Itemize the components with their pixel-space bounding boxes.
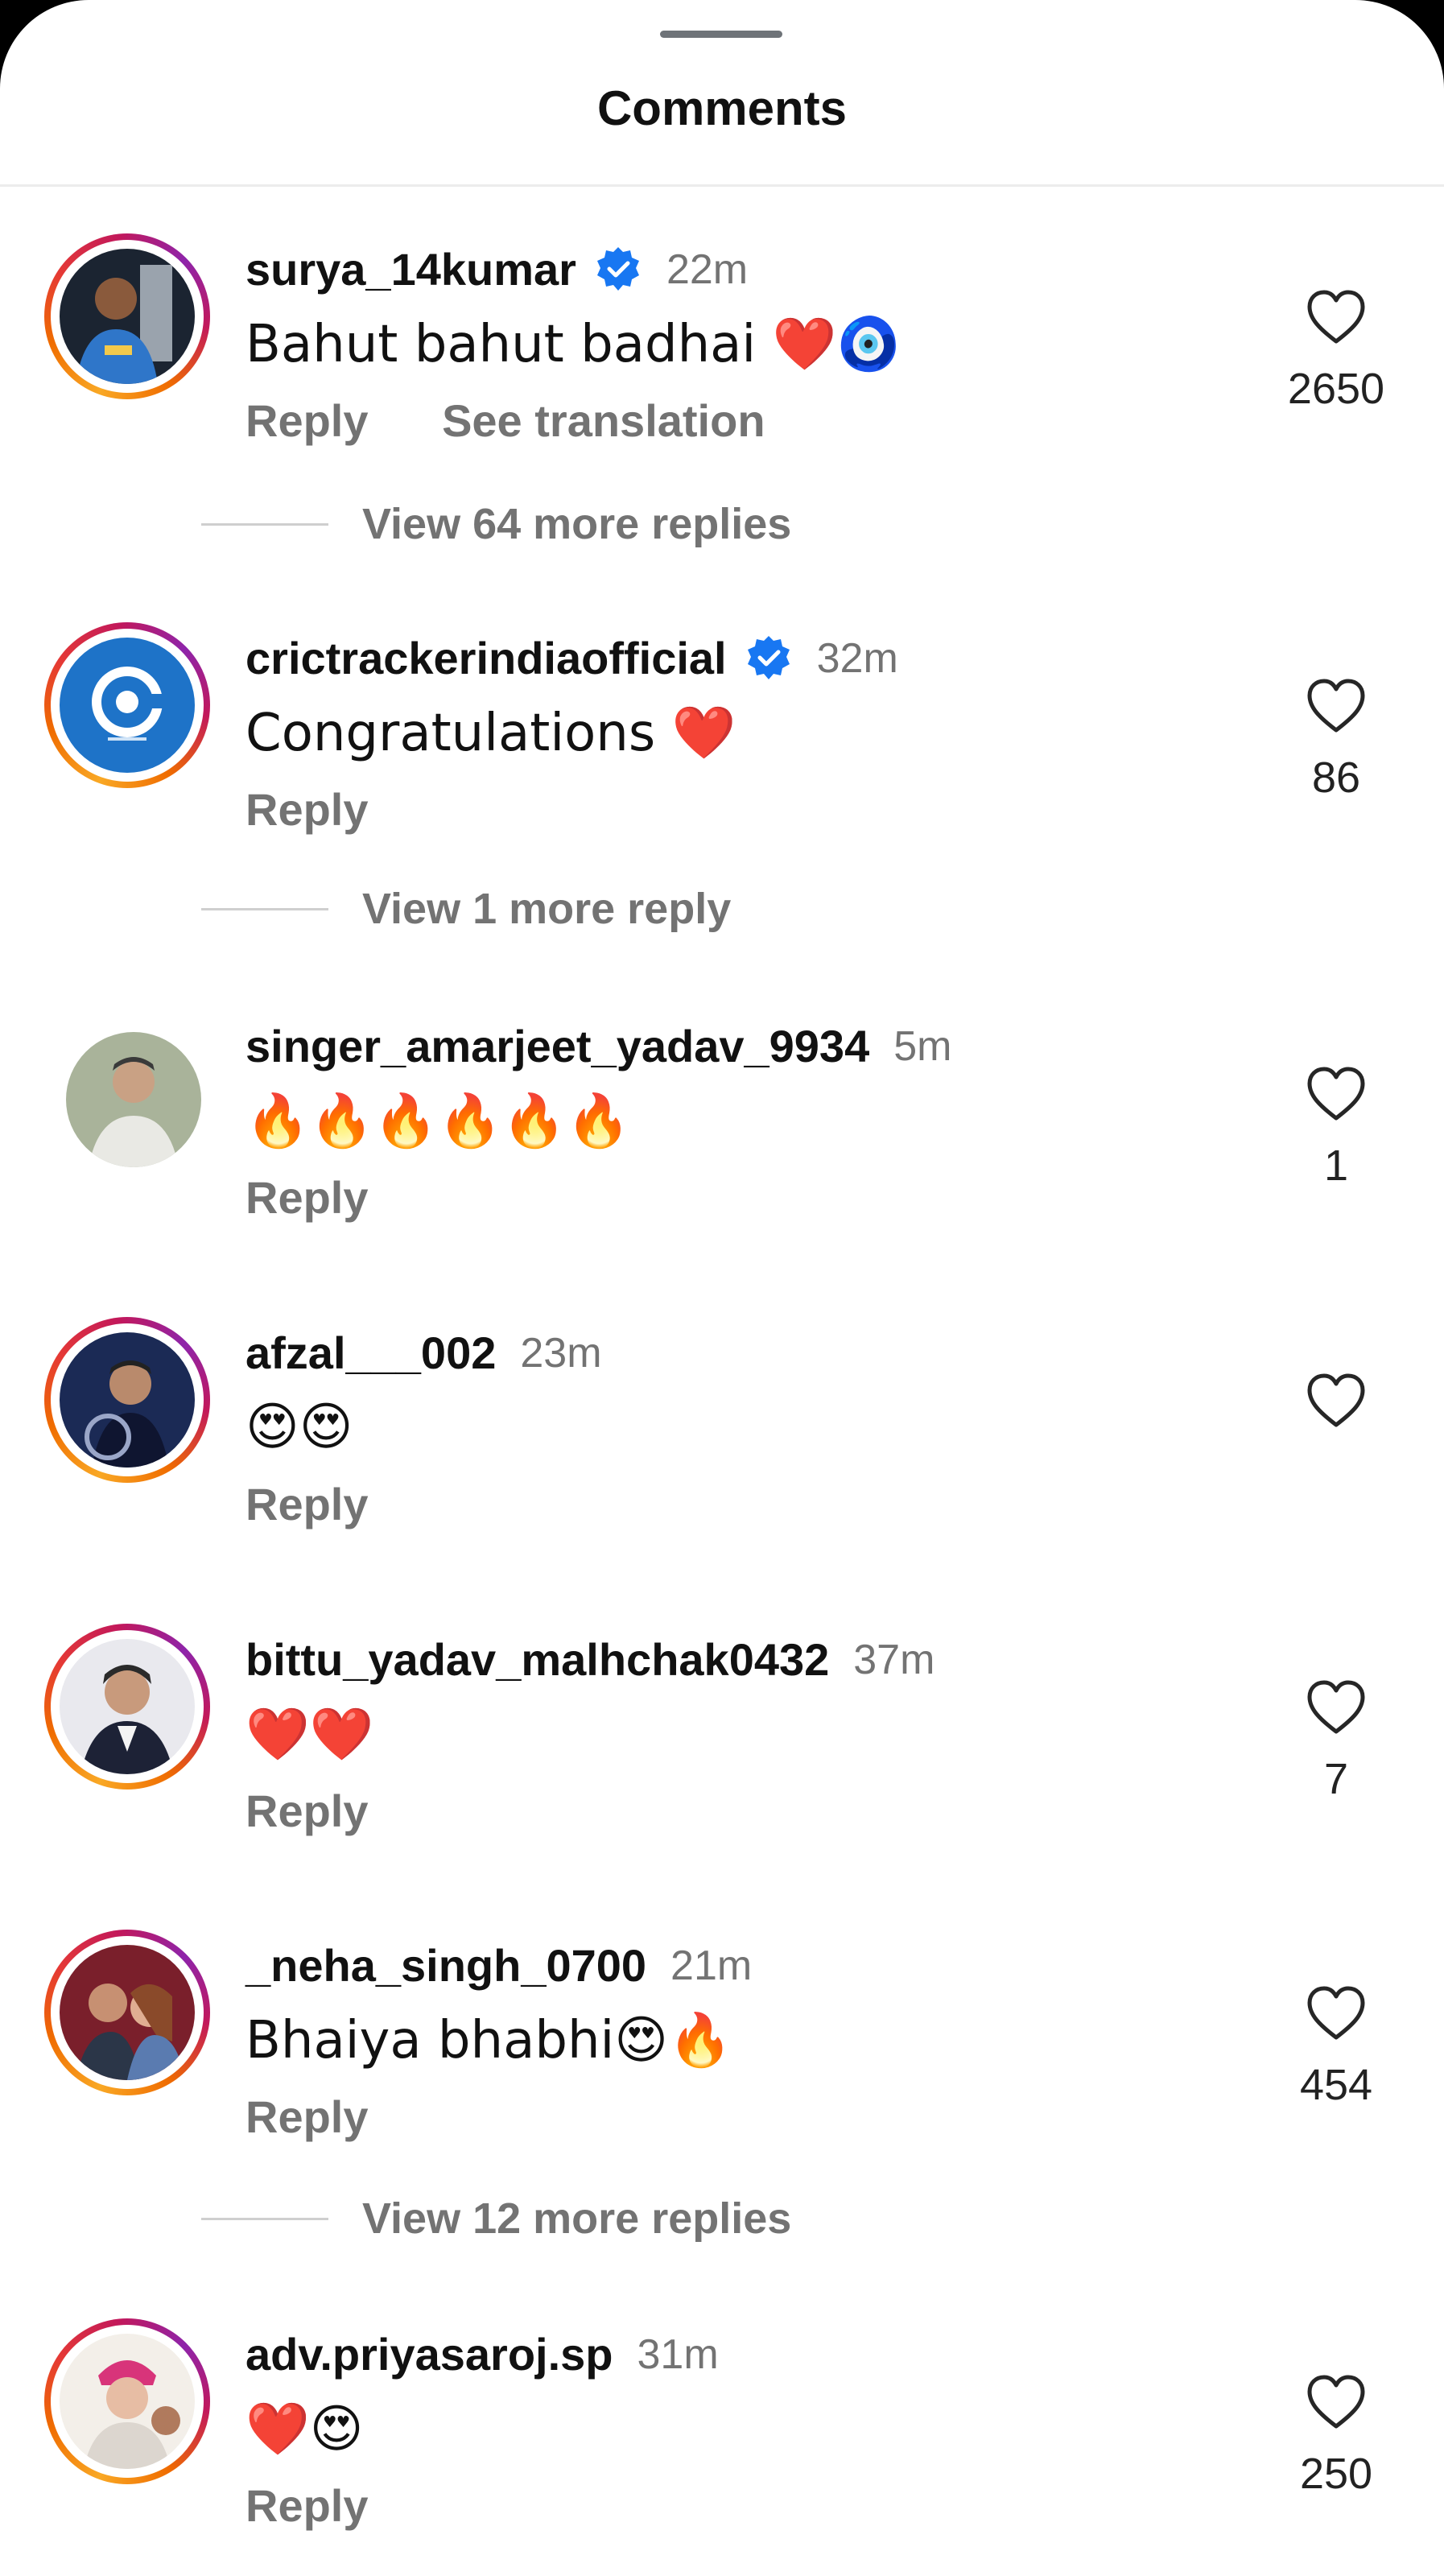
username-link[interactable]: afzal___002 <box>245 1327 496 1379</box>
comment-text: Bahut bahut badhai ❤️🧿 <box>245 315 901 374</box>
comment-meta: afzal___002 23m <box>245 1327 602 1379</box>
avatar[interactable] <box>44 1930 210 2095</box>
heart-icon[interactable] <box>1306 1680 1366 1735</box>
drag-handle[interactable] <box>660 31 782 38</box>
like-count: 7 <box>1323 1755 1349 1803</box>
comment-text: ❤️❤️ <box>245 1705 374 1765</box>
avatar[interactable] <box>44 622 210 788</box>
comments-sheet: Comments surya_14kumar 22m Bahut bahut b… <box>0 0 1444 2576</box>
username-link[interactable]: adv.priyasaroj.sp <box>245 2328 613 2380</box>
comment-time: 23m <box>520 1329 602 1377</box>
like-control: 86 <box>1256 679 1417 803</box>
view-more-label[interactable]: View 12 more replies <box>362 2194 791 2244</box>
like-count: 2650 <box>1287 365 1385 413</box>
comment-meta: crictrackerindiaofficial 32m <box>245 632 898 684</box>
see-translation-button[interactable]: See translation <box>442 395 765 446</box>
username-link[interactable]: _neha_singh_0700 <box>245 1939 646 1992</box>
comment-item: singer_amarjeet_yadav_9934 5m 🔥🔥🔥🔥🔥🔥 Rep… <box>0 1010 1444 1348</box>
comment-text: 😍😍 <box>245 1397 353 1457</box>
username-link[interactable]: crictrackerindiaofficial <box>245 632 727 684</box>
heart-icon[interactable] <box>1306 679 1366 733</box>
comment-actions: Reply <box>245 1785 369 1837</box>
header-divider <box>0 184 1444 187</box>
thread-line <box>201 2217 328 2220</box>
username-link[interactable]: bittu_yadav_malhchak0432 <box>245 1633 829 1686</box>
reply-button[interactable]: Reply <box>245 2480 369 2531</box>
comment-actions: Reply <box>245 783 369 836</box>
reply-button[interactable]: Reply <box>245 1172 369 1223</box>
heart-icon[interactable] <box>1306 290 1366 345</box>
like-control: 2650 <box>1256 290 1417 414</box>
comment-time: 32m <box>816 634 898 682</box>
comment-text: ❤️😍 <box>245 2400 364 2459</box>
comment-text: Bhaiya bhabhi😍🔥 <box>245 2011 732 2070</box>
reply-button[interactable]: Reply <box>245 395 369 446</box>
avatar[interactable] <box>44 1624 210 1790</box>
reply-button[interactable]: Reply <box>245 1785 369 1836</box>
view-more-label[interactable]: View 1 more reply <box>362 884 731 934</box>
page-title: Comments <box>596 81 848 135</box>
thread-line <box>201 907 328 910</box>
comment-time: 37m <box>853 1636 935 1683</box>
comment-time: 5m <box>893 1022 952 1070</box>
reply-button[interactable]: Reply <box>245 784 369 835</box>
comment-meta: adv.priyasaroj.sp 31m <box>245 2328 719 2380</box>
verified-badge-icon <box>594 246 642 294</box>
view-more-label[interactable]: View 64 more replies <box>362 499 791 549</box>
comment-actions: Reply <box>245 1171 369 1224</box>
comment-time: 21m <box>670 1942 753 1989</box>
heart-icon[interactable] <box>1306 1067 1366 1121</box>
comment-actions: Reply <box>245 2479 369 2532</box>
thread-line <box>201 522 328 526</box>
comment-text: 🔥🔥🔥🔥🔥🔥 <box>245 1092 631 1151</box>
heart-icon[interactable] <box>1306 2375 1366 2429</box>
comment-item: bittu_yadav_malhchak0432 37m ❤️❤️ Reply … <box>0 1624 1444 1962</box>
like-control <box>1256 1373 1417 1447</box>
like-control: 7 <box>1256 1680 1417 1804</box>
view-more-replies[interactable]: View 1 more reply <box>201 884 731 934</box>
view-more-replies[interactable]: View 64 more replies <box>201 499 791 549</box>
username-link[interactable]: surya_14kumar <box>245 243 576 295</box>
comment-meta: bittu_yadav_malhchak0432 37m <box>245 1633 934 1686</box>
comment-item: afzal___002 23m 😍😍 Reply <box>0 1317 1444 1655</box>
comment-actions: Reply <box>245 2091 369 2143</box>
reply-button[interactable]: Reply <box>245 1479 369 1530</box>
like-count: 250 <box>1299 2450 1373 2498</box>
view-more-replies[interactable]: View 12 more replies <box>201 2194 791 2244</box>
avatar[interactable] <box>44 1317 210 1483</box>
like-control: 1 <box>1256 1067 1417 1191</box>
username-link[interactable]: singer_amarjeet_yadav_9934 <box>245 1020 869 1072</box>
comment-meta: singer_amarjeet_yadav_9934 5m <box>245 1020 951 1072</box>
avatar[interactable] <box>44 233 210 399</box>
avatar[interactable] <box>44 2318 210 2484</box>
like-control: 250 <box>1256 2375 1417 2499</box>
reply-button[interactable]: Reply <box>245 2091 369 2142</box>
comment-meta: _neha_singh_0700 21m <box>245 1939 752 1992</box>
comment-time: 22m <box>666 246 749 293</box>
heart-icon[interactable] <box>1306 1373 1366 1428</box>
comment-item: adv.priyasaroj.sp 31m ❤️😍 Reply 250 <box>0 2318 1444 2576</box>
like-count: 454 <box>1299 2061 1373 2109</box>
comment-actions: Reply <box>245 1478 369 1530</box>
like-count: 1 <box>1323 1141 1349 1190</box>
comment-meta: surya_14kumar 22m <box>245 243 748 295</box>
avatar[interactable] <box>44 1010 210 1176</box>
comment-text: Congratulations ❤️ <box>245 704 736 763</box>
comment-time: 31m <box>637 2330 719 2378</box>
verified-badge-icon <box>745 634 793 683</box>
like-control: 454 <box>1256 1986 1417 2110</box>
heart-icon[interactable] <box>1306 1986 1366 2041</box>
like-count: 86 <box>1311 753 1361 802</box>
comment-actions: Reply See translation <box>245 394 765 447</box>
